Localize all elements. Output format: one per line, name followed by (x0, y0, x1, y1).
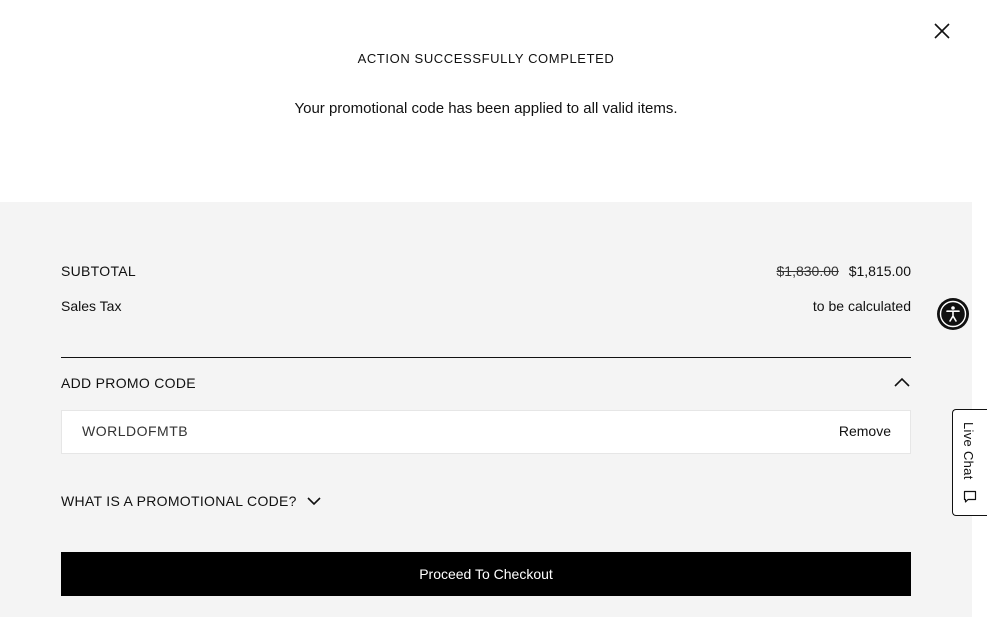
success-notification: ACTION SUCCESSFULLY COMPLETED Your promo… (0, 0, 972, 202)
page-edge (972, 0, 987, 617)
subtotal-values: $1,830.00 $1,815.00 (777, 263, 911, 279)
close-button[interactable] (930, 19, 954, 43)
applied-promo-code: WORLDOFMTB Remove (61, 410, 911, 454)
notification-message: Your promotional code has been applied t… (294, 100, 678, 117)
cart-page: ACTION SUCCESSFULLY COMPLETED Your promo… (0, 0, 987, 617)
promo-code-value: WORLDOFMTB (82, 423, 189, 439)
order-summary: SUBTOTAL $1,830.00 $1,815.00 Sales Tax t… (0, 202, 972, 617)
sales-tax-label: Sales Tax (61, 298, 122, 314)
sales-tax-value: to be calculated (812, 298, 911, 314)
promo-code-header[interactable]: ADD PROMO CODE (61, 375, 196, 391)
live-chat-tab[interactable]: Live Chat (952, 409, 987, 516)
original-subtotal: $1,830.00 (776, 263, 839, 279)
chat-bubble-icon (963, 490, 977, 503)
remove-promo-button[interactable]: Remove (839, 423, 891, 439)
promo-collapse-toggle[interactable] (893, 375, 911, 389)
chevron-down-icon (307, 497, 321, 506)
divider (61, 357, 911, 358)
accessibility-button[interactable] (937, 298, 969, 330)
proceed-to-checkout-button[interactable]: Proceed To Checkout (61, 552, 911, 596)
what-is-promo-label: WHAT IS A PROMOTIONAL CODE? (61, 493, 297, 509)
live-chat-label: Live Chat (961, 422, 976, 480)
notification-title: ACTION SUCCESSFULLY COMPLETED (357, 51, 615, 66)
what-is-promo-toggle[interactable]: WHAT IS A PROMOTIONAL CODE? (61, 493, 322, 509)
discounted-subtotal: $1,815.00 (848, 263, 911, 279)
subtotal-label: SUBTOTAL (61, 263, 137, 279)
chevron-up-icon (894, 377, 910, 387)
close-icon (934, 23, 950, 39)
accessibility-icon (939, 300, 967, 328)
